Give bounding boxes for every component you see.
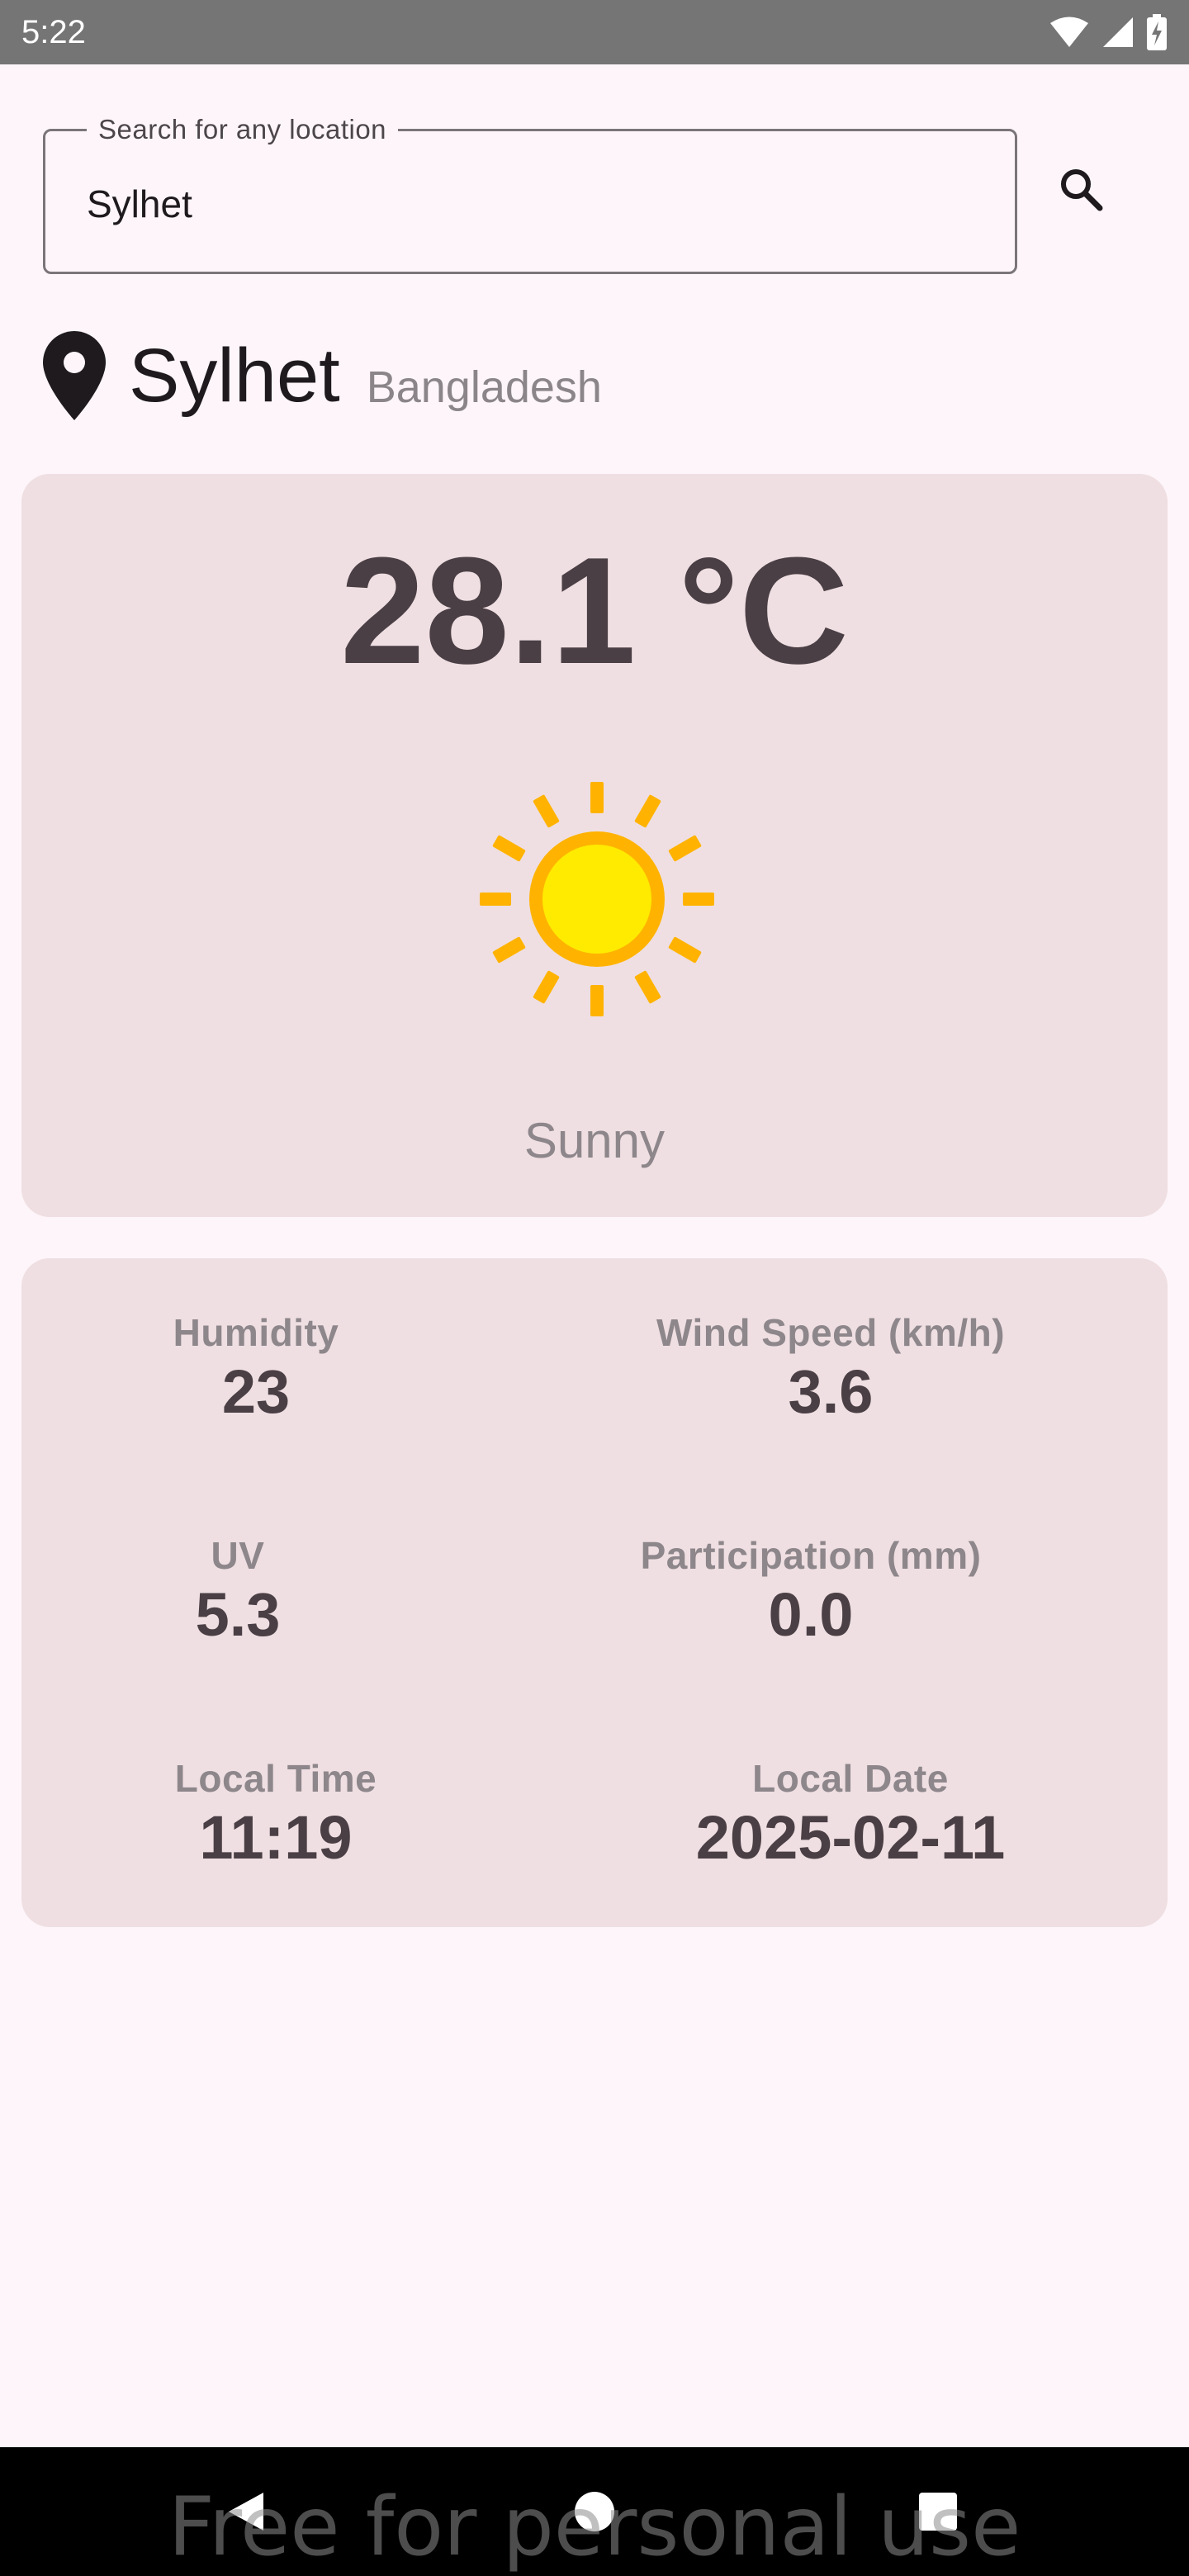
temperature: 28.1 °C	[340, 525, 849, 695]
detail-value: 0.0	[768, 1580, 854, 1649]
detail-value: 23	[221, 1357, 291, 1426]
nav-home-button[interactable]	[566, 2484, 623, 2540]
detail-local-time: Local Time 11:19	[175, 1755, 377, 1873]
detail-wind-speed: Wind Speed (km/h) 3.6	[656, 1309, 1005, 1427]
battery-charging-icon	[1147, 14, 1167, 50]
search-label: Search for any location	[87, 113, 399, 146]
detail-local-date: Local Date 2025-02-11	[696, 1755, 1005, 1873]
navigation-bar	[0, 2447, 1189, 2576]
recents-icon	[919, 2493, 957, 2531]
detail-label: Participation (mm)	[640, 1534, 982, 1577]
details-card: Humidity 23 Wind Speed (km/h) 3.6 UV 5.3…	[21, 1258, 1168, 1927]
search-input[interactable]	[87, 178, 962, 230]
detail-label: Wind Speed (km/h)	[656, 1311, 1006, 1354]
location-city: Sylhet	[129, 334, 340, 418]
status-bar: 5:22	[0, 0, 1189, 64]
weather-condition: Sunny	[523, 1113, 666, 1168]
detail-value: 2025-02-11	[695, 1803, 1006, 1872]
detail-uv: UV 5.3	[196, 1532, 281, 1650]
search-button[interactable]	[1049, 157, 1115, 223]
detail-label: UV	[211, 1534, 265, 1577]
detail-label: Humidity	[173, 1311, 339, 1354]
detail-value: 5.3	[195, 1580, 281, 1649]
detail-precipitation: Participation (mm) 0.0	[641, 1532, 982, 1650]
detail-label: Local Time	[174, 1757, 377, 1800]
wifi-icon	[1050, 17, 1088, 47]
sun-icon	[480, 782, 714, 1016]
location-header: Sylhet Bangladesh	[41, 322, 602, 429]
search-field[interactable]: Search for any location	[43, 113, 1017, 274]
detail-humidity: Humidity 23	[173, 1309, 339, 1427]
status-icons	[1049, 12, 1168, 53]
search-icon	[1061, 169, 1103, 211]
detail-value: 11:19	[199, 1803, 353, 1872]
back-icon	[229, 2493, 263, 2531]
detail-value: 3.6	[788, 1357, 874, 1426]
location-pin-icon	[43, 331, 106, 420]
location-country: Bangladesh	[366, 362, 602, 412]
weather-card: 28.1 °C Sunny	[21, 474, 1168, 1217]
status-time: 5:22	[21, 14, 86, 50]
nav-recents-button[interactable]	[910, 2484, 966, 2540]
signal-icon	[1103, 17, 1133, 47]
nav-back-button[interactable]	[218, 2484, 274, 2540]
home-icon	[575, 2492, 614, 2531]
detail-label: Local Date	[752, 1757, 949, 1800]
